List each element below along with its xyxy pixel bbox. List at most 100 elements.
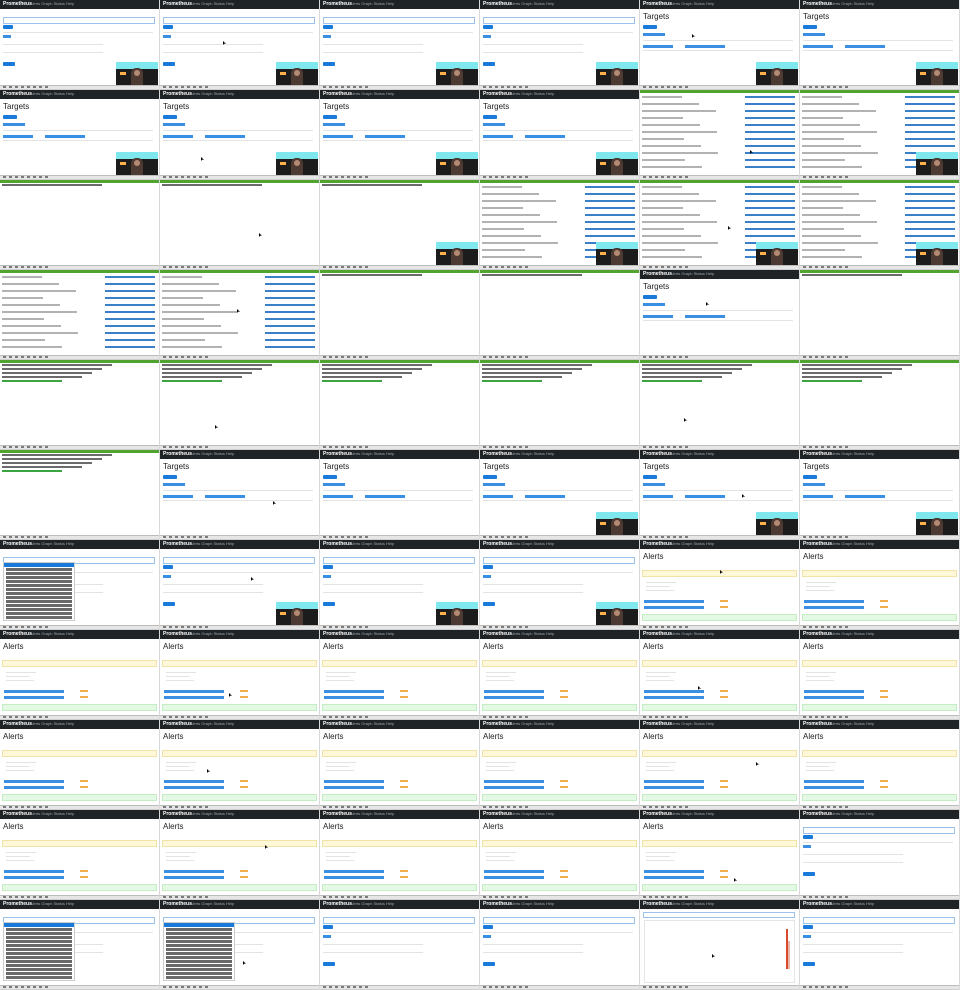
taskbar-icon[interactable] — [839, 716, 842, 718]
taskbar-icon[interactable] — [45, 266, 48, 268]
taskbar-icon[interactable] — [323, 716, 326, 718]
navbar-brand[interactable]: Prometheus — [323, 91, 352, 97]
navbar-brand[interactable]: Prometheus — [803, 1, 832, 7]
taskbar-icon[interactable] — [365, 896, 368, 898]
taskbar-icon[interactable] — [39, 806, 42, 808]
taskbar-icon[interactable] — [519, 446, 522, 448]
taskbar-icon[interactable] — [9, 86, 12, 88]
taskbar-icon[interactable] — [667, 266, 670, 268]
taskbar-icon[interactable] — [679, 626, 682, 628]
taskbar-icon[interactable] — [347, 806, 350, 808]
taskbar-icon[interactable] — [341, 536, 344, 538]
navbar-brand[interactable]: Prometheus — [323, 1, 352, 7]
taskbar-icon[interactable] — [495, 716, 498, 718]
taskbar-icon[interactable] — [679, 356, 682, 358]
autocomplete-item[interactable] — [6, 964, 72, 967]
filter-button[interactable] — [323, 115, 337, 119]
taskbar-icon[interactable] — [33, 176, 36, 178]
show-annotations-checkbox[interactable] — [643, 834, 673, 837]
taskbar-icon[interactable] — [335, 896, 338, 898]
taskbar-icon[interactable] — [205, 446, 208, 448]
show-annotations-checkbox[interactable] — [803, 654, 833, 657]
pending-alert-row[interactable] — [162, 750, 317, 757]
taskbar-icon[interactable] — [33, 986, 36, 988]
execute-button[interactable] — [323, 565, 333, 569]
terminal-window[interactable] — [160, 180, 319, 269]
taskbar-icon[interactable] — [845, 536, 848, 538]
inactive-alert-row[interactable] — [322, 704, 477, 711]
taskbar-icon[interactable] — [15, 356, 18, 358]
inactive-alert-row[interactable] — [642, 794, 797, 801]
taskbar-icon[interactable] — [685, 896, 688, 898]
taskbar-icon[interactable] — [519, 626, 522, 628]
taskbar-icon[interactable] — [353, 86, 356, 88]
terminal-window[interactable] — [0, 450, 159, 539]
job-header[interactable] — [323, 483, 345, 486]
taskbar-icon[interactable] — [329, 626, 332, 628]
taskbar-icon[interactable] — [495, 626, 498, 628]
navbar-brand[interactable]: Prometheus — [323, 721, 352, 727]
thumbnail-terminal-cmd[interactable] — [0, 360, 160, 450]
thumbnail-terminal-cmd[interactable] — [320, 360, 480, 450]
navbar-links[interactable]: Alerts Graph Status Help — [830, 901, 874, 907]
taskbar-icon[interactable] — [673, 626, 676, 628]
autocomplete-item[interactable] — [166, 936, 232, 939]
taskbar-icon[interactable] — [3, 176, 6, 178]
show-annotations-checkbox[interactable] — [3, 834, 33, 837]
taskbar-icon[interactable] — [507, 266, 510, 268]
autocomplete-item[interactable] — [166, 928, 232, 931]
filter-button[interactable] — [483, 115, 497, 119]
taskbar-icon[interactable] — [347, 626, 350, 628]
taskbar-icon[interactable] — [483, 536, 486, 538]
navbar-links[interactable]: Alerts Graph Status Help — [510, 91, 554, 97]
autocomplete-item[interactable] — [166, 948, 232, 951]
taskbar-icon[interactable] — [323, 266, 326, 268]
taskbar-icon[interactable] — [365, 536, 368, 538]
taskbar-icon[interactable] — [347, 446, 350, 448]
taskbar-icon[interactable] — [163, 86, 166, 88]
taskbar-icon[interactable] — [3, 266, 6, 268]
job-header[interactable] — [323, 123, 345, 126]
taskbar-icon[interactable] — [809, 356, 812, 358]
taskbar-icon[interactable] — [33, 806, 36, 808]
thumbnail-terminal-log[interactable] — [160, 270, 320, 360]
taskbar-icon[interactable] — [39, 986, 42, 988]
navbar-links[interactable]: Alerts Graph Status Help — [190, 541, 234, 547]
graph-tab[interactable] — [803, 845, 811, 848]
taskbar-icon[interactable] — [187, 176, 190, 178]
taskbar-icon[interactable] — [39, 626, 42, 628]
taskbar-icon[interactable] — [45, 356, 48, 358]
taskbar-icon[interactable] — [15, 446, 18, 448]
thumbnail-terminal-cmd[interactable] — [640, 360, 800, 450]
thumbnail-alerts[interactable]: Prometheus Alerts Graph Status Help Alerts — [800, 720, 960, 810]
taskbar-icon[interactable] — [815, 626, 818, 628]
taskbar-icon[interactable] — [15, 176, 18, 178]
thumbnail-terminal-log[interactable] — [800, 180, 960, 270]
taskbar-icon[interactable] — [39, 536, 42, 538]
taskbar-icon[interactable] — [803, 266, 806, 268]
thumbnail-terminal-cmd[interactable] — [160, 360, 320, 450]
taskbar-icon[interactable] — [3, 626, 6, 628]
taskbar-icon[interactable] — [649, 626, 652, 628]
thumbnail-graph-dropdown[interactable]: Prometheus Alerts Graph Status Help — [0, 900, 160, 990]
taskbar-icon[interactable] — [347, 86, 350, 88]
taskbar-icon[interactable] — [655, 986, 658, 988]
taskbar-icon[interactable] — [353, 536, 356, 538]
add-graph-button[interactable] — [323, 962, 335, 966]
taskbar-icon[interactable] — [839, 176, 842, 178]
filter-button[interactable] — [3, 115, 17, 119]
autocomplete-item[interactable] — [6, 572, 72, 575]
graph-tab[interactable] — [323, 935, 331, 938]
navbar-links[interactable]: Alerts Graph Status Help — [30, 1, 74, 7]
taskbar-icon[interactable] — [205, 716, 208, 718]
taskbar-icon[interactable] — [359, 356, 362, 358]
taskbar-icon[interactable] — [655, 86, 658, 88]
navbar-links[interactable]: Alerts Graph Status Help — [510, 721, 554, 727]
taskbar-icon[interactable] — [507, 806, 510, 808]
taskbar-icon[interactable] — [359, 266, 362, 268]
add-graph-button[interactable] — [163, 602, 175, 606]
taskbar-icon[interactable] — [649, 806, 652, 808]
taskbar-icon[interactable] — [21, 806, 24, 808]
taskbar-icon[interactable] — [501, 806, 504, 808]
taskbar-icon[interactable] — [163, 446, 166, 448]
